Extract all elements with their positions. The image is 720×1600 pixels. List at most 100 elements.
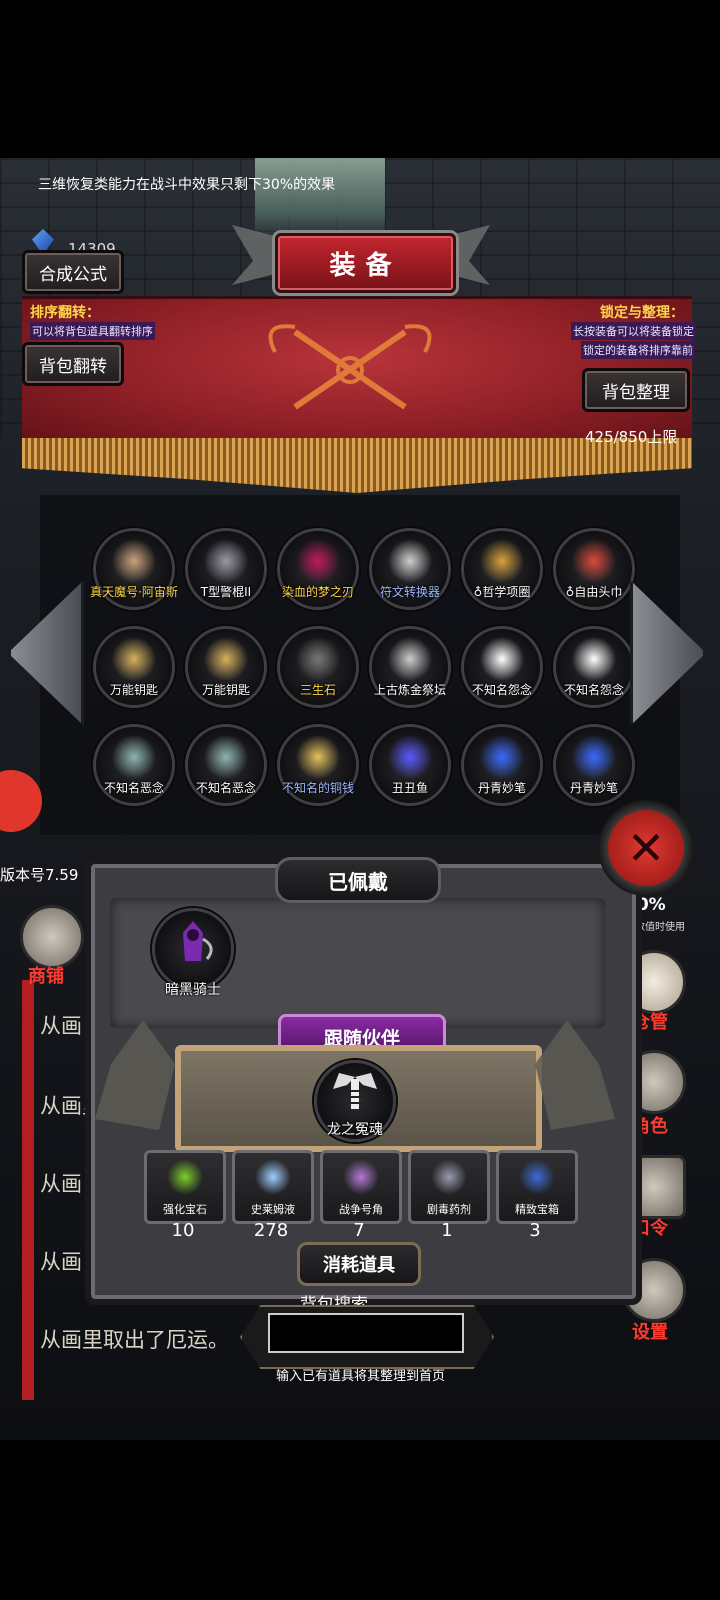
inventory-slot-label: 丹青妙笔: [477, 781, 526, 795]
fish-icon: [384, 735, 436, 779]
inventory-slot-label: 万能钥匙: [201, 683, 250, 697]
consumable-count: 7: [353, 1220, 365, 1241]
inventory-slot-label: 真天魔号·阿宙斯: [90, 585, 178, 599]
left-red-border: [22, 980, 34, 1400]
inventory-slot[interactable]: 丹青妙笔: [461, 724, 543, 806]
consumable-label: 强化宝石: [163, 1203, 207, 1216]
settings-label[interactable]: 设置: [632, 1318, 668, 1344]
wraith-icon: [108, 735, 160, 779]
inventory-slot-label: 不知名恶念: [103, 781, 164, 795]
version-label: 版本号7.59: [0, 866, 79, 884]
consumable-count: 3: [529, 1220, 541, 1241]
inventory-slot[interactable]: 万能钥匙: [93, 626, 175, 708]
shop-label[interactable]: 商铺: [28, 962, 64, 988]
bag-search-input[interactable]: [268, 1313, 464, 1353]
rune-converter-icon: [384, 539, 436, 583]
consumable-label: 史莱姆液: [251, 1203, 295, 1216]
consumable-item[interactable]: 战争号角: [320, 1150, 402, 1224]
lock-tip-text-2: 锁定的装备将排序靠前: [581, 341, 695, 359]
flip-bag-button[interactable]: 背包翻转: [22, 342, 124, 386]
log-line: 从画: [40, 1250, 82, 1274]
inventory-slot-label: 符文转换器: [379, 585, 440, 599]
inventory-slot-label: 不知名怨念: [471, 683, 532, 697]
coin-icon: [292, 735, 344, 779]
log-line: 从画: [40, 1014, 82, 1038]
brush-icon: [476, 735, 528, 779]
inventory-slot[interactable]: ♁自由头巾: [553, 528, 635, 610]
shop-icon[interactable]: [20, 905, 84, 969]
poison-flask-icon: [431, 1159, 467, 1195]
inventory-slot[interactable]: 符文转换器: [369, 528, 451, 610]
inventory-slot-label: 不知名的铜钱: [281, 781, 354, 795]
consumable-item[interactable]: 史莱姆液: [232, 1150, 314, 1224]
inventory-slot[interactable]: 丑丑鱼: [369, 724, 451, 806]
key-icon: [200, 637, 252, 681]
baton-icon: [200, 539, 252, 583]
log-line: 从画: [40, 1172, 82, 1196]
companion-item-label: 龙之冤魂: [327, 1122, 383, 1138]
page-title: 装备: [275, 233, 456, 293]
slime-bottle-icon: [255, 1159, 291, 1195]
ghost-icon: [568, 637, 620, 681]
consumable-item[interactable]: 强化宝石: [144, 1150, 226, 1224]
inventory-slot[interactable]: 丹青妙笔: [553, 724, 635, 806]
inventory-slot[interactable]: 不知名恶念: [93, 724, 175, 806]
inventory-slot-label: 三生石: [299, 683, 336, 697]
consumables-title: 消耗道具: [297, 1242, 421, 1286]
consumable-item[interactable]: 精致宝箱: [496, 1150, 578, 1224]
wraith-icon: [200, 735, 252, 779]
inventory-slot-label: 染血的梦之刃: [281, 585, 354, 599]
inventory-slot-label: T型警棍II: [200, 585, 252, 599]
equipped-item-label: 暗黑骑士: [165, 982, 221, 998]
brush-icon: [568, 735, 620, 779]
skull-altar-icon: [384, 637, 436, 681]
inventory-slot[interactable]: 万能钥匙: [185, 626, 267, 708]
search-hint: 输入已有道具将其整理到首页: [276, 1369, 446, 1384]
sort-flip-tip-title: 排序翻转：: [30, 305, 100, 321]
lock-tip-text-1: 长按装备可以将装备锁定: [571, 322, 696, 340]
log-line: 从画里取出了厄运。: [40, 1328, 229, 1352]
dark-knight-icon: [183, 921, 213, 961]
inventory-slot-label: 丹青妙笔: [569, 781, 618, 795]
blood-blade-icon: [292, 539, 344, 583]
sort-bag-button[interactable]: 背包整理: [582, 368, 690, 412]
consumable-item[interactable]: 剧毒药剂: [408, 1150, 490, 1224]
ghost-icon: [476, 637, 528, 681]
skylight: [255, 158, 385, 238]
stone-icon: [292, 637, 344, 681]
inventory-slot[interactable]: 不知名恶念: [185, 724, 267, 806]
inventory-slot[interactable]: 不知名怨念: [461, 626, 543, 708]
consumable-count: 1: [441, 1220, 453, 1241]
consumable-label: 剧毒药剂: [427, 1203, 471, 1216]
bag-capacity: 425/850上限: [585, 428, 678, 446]
inventory-slot-label: 上古炼金祭坛: [373, 683, 446, 697]
crossed-swords-emblem-icon: [268, 324, 432, 410]
key-icon: [108, 637, 160, 681]
inventory-slot[interactable]: T型警棍II: [185, 528, 267, 610]
consumable-count: 278: [253, 1220, 289, 1241]
consumable-count: 10: [171, 1220, 195, 1241]
close-icon[interactable]: ✕: [608, 810, 684, 886]
armored-demon-icon: [108, 539, 160, 583]
equipped-item[interactable]: 暗黑骑士: [152, 908, 234, 998]
inventory-slot[interactable]: 染血的梦之刃: [277, 528, 359, 610]
inventory-slot[interactable]: 不知名怨念: [553, 626, 635, 708]
red-bandana-icon: [568, 539, 620, 583]
sort-flip-tip-text: 可以将背包道具翻转排序: [30, 322, 155, 340]
hint-text: 三维恢复类能力在战斗中效果只剩下30%的效果: [38, 177, 336, 193]
golden-collar-icon: [476, 539, 528, 583]
green-gem-icon: [167, 1159, 203, 1195]
dragon-skeleton-icon: [333, 1073, 377, 1109]
consumable-label: 精致宝箱: [515, 1203, 559, 1216]
inventory-slot[interactable]: 真天魔号·阿宙斯: [90, 528, 178, 610]
inventory-slot-label: 丑丑鱼: [391, 781, 428, 795]
consumable-label: 战争号角: [339, 1203, 383, 1216]
inventory-slot[interactable]: 三生石: [277, 626, 359, 708]
chest-icon: [519, 1159, 555, 1195]
synthesis-formula-button[interactable]: 合成公式: [22, 250, 124, 294]
inventory-slot[interactable]: 上古炼金祭坛: [369, 626, 451, 708]
inventory-slot[interactable]: ♁哲学项圈: [461, 528, 543, 610]
lock-tip-title: 锁定与整理：: [600, 305, 684, 321]
inventory-slot[interactable]: 不知名的铜钱: [277, 724, 359, 806]
companion-item[interactable]: 龙之冤魂: [314, 1060, 396, 1142]
